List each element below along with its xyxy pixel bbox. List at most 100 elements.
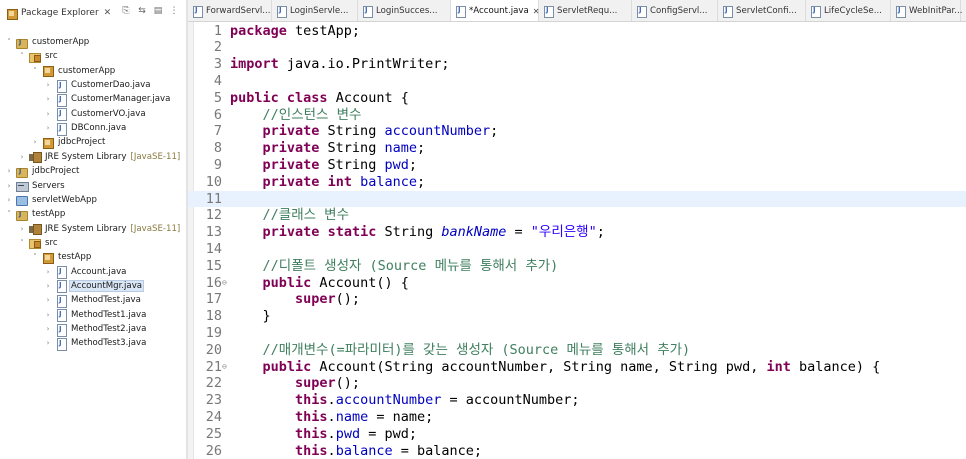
code-text: this.balance = balance; [230, 443, 482, 459]
token: (); [335, 375, 361, 392]
expanded-chevron-icon[interactable]: ˅ [30, 253, 40, 261]
token: ; [416, 140, 426, 157]
tree-item[interactable]: › AccountMgr.java [43, 279, 145, 294]
expanded-chevron-icon[interactable]: ˅ [30, 67, 40, 75]
fold-icon[interactable]: ⊖ [222, 275, 230, 292]
code-line: 3 import java.io.PrintWriter; [188, 56, 966, 73]
package-explorer-tab[interactable]: Package Explorer ✕ [3, 3, 114, 23]
collapsed-chevron-icon[interactable]: › [4, 196, 14, 204]
tree-item[interactable]: › MethodTest.java [43, 293, 142, 308]
token: = balance; [392, 442, 482, 459]
collapsed-chevron-icon[interactable]: › [43, 325, 53, 333]
collapsed-chevron-icon[interactable]: › [43, 296, 53, 304]
source-folder-icon [29, 51, 41, 63]
token: ; [596, 224, 605, 241]
tree-item[interactable]: › MethodTest2.java [43, 322, 147, 337]
collapsed-chevron-icon[interactable]: › [43, 268, 53, 276]
tree-item[interactable]: ˅ customerApp [30, 64, 116, 78]
tree-item[interactable]: › servletWebApp [4, 193, 98, 207]
code-line: 13 private static String bankName = "우리은… [188, 224, 966, 241]
token-kw: static [327, 224, 377, 241]
tree-item[interactable]: › CustomerDao.java [43, 78, 151, 93]
tree-item[interactable]: › MethodTest1.java [43, 308, 147, 323]
collapsed-chevron-icon[interactable]: › [30, 138, 40, 146]
code-line: 16 ⊖ public Account() { [188, 275, 966, 292]
expanded-chevron-icon[interactable]: ˅ [17, 52, 27, 60]
filter-icon[interactable]: ▤ [152, 4, 164, 18]
java-file-icon [543, 5, 554, 18]
token-str: "우리은행" [530, 224, 597, 241]
tree-item[interactable]: › jdbcProject [4, 164, 80, 178]
java-file-icon [455, 5, 466, 18]
collapsed-chevron-icon[interactable]: › [17, 153, 27, 161]
tree-item[interactable]: › CustomerVO.java [43, 107, 147, 122]
expanded-chevron-icon[interactable]: ˅ [4, 210, 14, 218]
view-menu-icon[interactable]: ⋮ [168, 4, 180, 18]
editor-tab[interactable]: LifeCycleSe... [806, 0, 891, 21]
tree-item[interactable]: › Account.java [43, 265, 127, 280]
tree-item-label: jdbcProject [32, 166, 80, 177]
tree-item[interactable]: ˅ src [17, 49, 59, 63]
tree-item-label: MethodTest3.java [71, 338, 147, 349]
editor-tab[interactable]: ServletConfi... [718, 0, 806, 21]
code-editor[interactable]: 1 package testApp; 2 3 import java.io.PrintW… [188, 22, 966, 459]
collapsed-chevron-icon[interactable]: › [4, 167, 14, 175]
editor-tab[interactable]: ConfigServl... [632, 0, 718, 21]
line-number: 1 [213, 22, 222, 39]
tree-item[interactable]: › Servers [4, 179, 66, 193]
collapsed-chevron-icon[interactable]: › [43, 81, 53, 89]
collapsed-chevron-icon[interactable]: › [43, 124, 53, 132]
token-kw: public [230, 89, 279, 106]
token-kw: this [295, 425, 328, 442]
tree-item[interactable]: › CustomerManager.java [43, 92, 171, 107]
java-project-icon [16, 166, 28, 178]
editor-tab[interactable]: LoginServle... [272, 0, 358, 21]
collapse-all-icon[interactable]: ⎘ [120, 4, 132, 18]
java-project-icon [16, 209, 28, 221]
editor-tab[interactable]: ServletRequ... [539, 0, 632, 21]
code-line: 9 private String pwd; [188, 157, 966, 174]
collapsed-chevron-icon[interactable]: › [17, 225, 27, 233]
tree-item-label: MethodTest1.java [71, 309, 147, 320]
library-icon [29, 223, 42, 236]
tree-item[interactable]: ˅ customerApp [4, 35, 90, 49]
tree-item[interactable]: › jdbcProject [30, 135, 106, 149]
expanded-chevron-icon[interactable]: ˅ [4, 38, 14, 46]
tree-item[interactable]: ˅ testApp [30, 250, 92, 264]
code-line: 17 super(); [188, 291, 966, 308]
close-icon[interactable]: ✕ [104, 8, 112, 18]
tree-item[interactable]: ˅ src [17, 236, 59, 250]
tree-item[interactable]: › DBConn.java [43, 121, 127, 136]
fold-icon[interactable]: ⊖ [222, 359, 230, 376]
tree-item[interactable]: › JRE System Library [JavaSE-11] [17, 150, 180, 164]
code-line: 1 package testApp; [188, 23, 966, 40]
tree-item[interactable]: › MethodTest3.java [43, 336, 147, 351]
tree-item[interactable]: ˅ testApp [4, 207, 66, 221]
collapsed-chevron-icon[interactable]: › [43, 95, 53, 103]
collapsed-chevron-icon[interactable]: › [4, 182, 14, 190]
java-file-icon [55, 280, 67, 294]
tree-item[interactable]: › JRE System Library [JavaSE-11] [17, 222, 180, 236]
expanded-chevron-icon[interactable]: ˅ [17, 239, 27, 247]
line-number: 25 [205, 425, 222, 442]
editor-tab[interactable]: *Account.java✕ [451, 0, 539, 21]
collapsed-chevron-icon[interactable]: › [43, 339, 53, 347]
editor-tab[interactable]: LoginSucces... [358, 0, 451, 21]
collapsed-chevron-icon[interactable]: › [43, 110, 53, 118]
collapsed-chevron-icon[interactable]: › [43, 282, 53, 290]
token: . [327, 442, 336, 459]
tree-item-decoration: [JavaSE-11] [130, 151, 181, 162]
editor-tab[interactable]: ForwardServl... [188, 0, 272, 21]
collapsed-chevron-icon[interactable]: › [43, 311, 53, 319]
link-with-editor-icon[interactable]: ⇆ [136, 4, 148, 18]
line-number: 8 [213, 140, 222, 157]
line-number: 22 [205, 375, 222, 392]
tree-item-label: MethodTest.java [71, 295, 141, 306]
editor-tab[interactable]: WebInitPar... [891, 0, 962, 21]
token-kw: this [295, 442, 328, 459]
